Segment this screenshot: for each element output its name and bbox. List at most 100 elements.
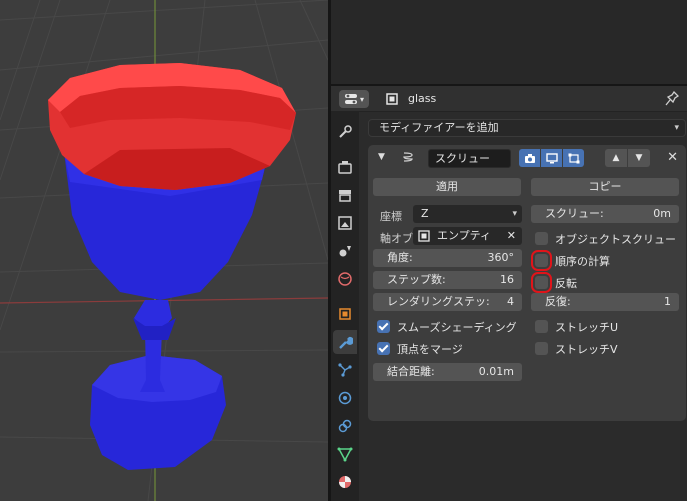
view-layer-icon (338, 216, 352, 230)
smooth-shading-checkbox[interactable] (377, 320, 390, 333)
move-up-button[interactable]: ▲ (605, 149, 627, 167)
3d-viewport[interactable] (0, 0, 328, 501)
tab-view-layer[interactable] (333, 211, 357, 235)
tab-modifiers[interactable] (333, 330, 357, 354)
chevron-down-icon: ▾ (512, 209, 517, 219)
axis-label: 座標 (380, 210, 402, 223)
screw-modifier-icon (403, 152, 413, 162)
flip-checkbox[interactable] (531, 272, 552, 293)
tool-icon (339, 125, 352, 138)
stretch-v-checkbox[interactable] (535, 342, 548, 355)
move-down-button[interactable]: ▼ (628, 149, 650, 167)
monitor-icon (545, 152, 558, 163)
editmode-toggle[interactable] (563, 149, 584, 167)
object-properties-icon (339, 308, 351, 320)
angle-field[interactable]: 角度: 360° (373, 249, 522, 267)
screw-modifier-panel: ▼ スクリュー ▲ ▼ ✕ 適用 コピー 座標 Z ▾ 軸オブ エンプティ ✕ … (368, 145, 686, 421)
properties-editor-icon (344, 94, 357, 104)
screw-label: スクリュー: (545, 207, 604, 220)
merge-distance-label: 結合距離: (387, 365, 435, 378)
particles-icon (338, 363, 352, 377)
iterations-field[interactable]: 反復: 1 (531, 293, 679, 311)
stretch-u-checkbox[interactable] (535, 320, 548, 333)
object-screw-label: オブジェクトスクリュー (555, 233, 676, 246)
axis-object-label: 軸オブ (380, 232, 413, 245)
collapse-arrow-icon[interactable]: ▼ (378, 152, 385, 162)
render-steps-value: 4 (507, 295, 514, 308)
tab-physics[interactable] (333, 386, 357, 410)
world-icon (338, 272, 352, 286)
tab-data[interactable] (333, 442, 357, 466)
tab-material[interactable] (333, 470, 357, 494)
tab-object[interactable] (333, 302, 357, 326)
render-steps-label: レンダリングステッ: (387, 295, 490, 308)
tab-constraints[interactable] (333, 414, 357, 438)
properties-header: ▾ glass (331, 86, 687, 112)
close-icon[interactable]: ✕ (667, 150, 678, 165)
merge-distance-field[interactable]: 結合距離: 0.01m (373, 363, 522, 381)
editor-type-button[interactable]: ▾ (339, 90, 369, 108)
viewport-toggle[interactable] (541, 149, 562, 167)
scene-icon (339, 246, 351, 257)
object-name: glass (408, 92, 437, 105)
modifier-panel-header[interactable]: ▼ スクリュー ▲ ▼ ✕ (368, 145, 686, 171)
flip-label: 反転 (555, 277, 577, 290)
steps-label: ステップ数: (387, 273, 446, 286)
camera-icon (524, 153, 535, 163)
triangle-down-icon: ▼ (635, 153, 643, 163)
tab-particles[interactable] (333, 358, 357, 382)
merge-vertices-checkbox[interactable] (377, 342, 390, 355)
object-icon (386, 93, 398, 105)
constraints-icon (338, 419, 352, 433)
wrench-icon (339, 336, 353, 349)
merge-distance-value: 0.01m (478, 365, 514, 378)
merge-vertices-label: 頂点をマージ (397, 343, 463, 356)
clear-icon[interactable]: ✕ (507, 227, 516, 245)
add-modifier-label: モディファイアーを追加 (379, 121, 499, 134)
apply-button[interactable]: 適用 (373, 178, 521, 196)
copy-button[interactable]: コピー (531, 178, 679, 196)
iterations-value: 1 (664, 295, 671, 308)
tab-render[interactable] (333, 155, 357, 179)
iterations-label: 反復: (545, 295, 571, 308)
pin-icon[interactable] (665, 91, 679, 107)
output-icon (339, 190, 351, 202)
steps-value: 16 (500, 273, 514, 286)
axis-object-field[interactable]: エンプティ ✕ (413, 227, 522, 245)
calc-order-checkbox[interactable] (531, 250, 552, 271)
mesh-data-icon (337, 447, 353, 462)
object-screw-checkbox[interactable] (535, 232, 548, 245)
material-icon (339, 476, 351, 488)
stretch-v-label: ストレッチV (555, 343, 618, 356)
edit-mode-icon (568, 153, 579, 163)
properties-editor: ▾ glass モディファイアーを追加 ▾ ▼ スクリュー ▲ ▼ ✕ 適用 コ… (331, 86, 687, 501)
modifier-name-field[interactable]: スクリュー (428, 149, 511, 168)
axis-object-value: エンプティ (437, 229, 492, 242)
steps-field[interactable]: ステップ数: 16 (373, 271, 522, 289)
render-toggle[interactable] (519, 149, 540, 167)
chevron-down-icon: ▾ (674, 123, 679, 133)
axis-value: Z (421, 207, 429, 220)
add-modifier-dropdown[interactable]: モディファイアーを追加 ▾ (368, 119, 686, 137)
properties-tabs (331, 112, 359, 501)
chevron-down-icon: ▾ (359, 94, 364, 104)
axis-dropdown[interactable]: Z ▾ (413, 205, 522, 223)
calc-order-label: 順序の計算 (555, 255, 610, 268)
tab-world[interactable] (333, 267, 357, 291)
smooth-shading-label: スムーズシェーディング (397, 321, 517, 334)
viewport-scene (0, 0, 328, 501)
glass-mesh (48, 63, 296, 470)
tab-output[interactable] (333, 183, 357, 207)
render-icon (338, 161, 352, 174)
stretch-u-label: ストレッチU (555, 321, 619, 334)
physics-icon (338, 391, 352, 405)
angle-label: 角度: (387, 251, 413, 264)
tab-scene[interactable] (333, 239, 357, 263)
screw-field[interactable]: スクリュー: 0m (531, 205, 679, 223)
modifier-content: モディファイアーを追加 ▾ ▼ スクリュー ▲ ▼ ✕ 適用 コピー 座標 Z … (359, 112, 687, 501)
tab-tool[interactable] (333, 120, 357, 144)
screw-value: 0m (653, 207, 671, 220)
triangle-up-icon: ▲ (612, 153, 620, 163)
render-steps-field[interactable]: レンダリングステッ: 4 (373, 293, 522, 311)
object-icon (418, 230, 430, 242)
